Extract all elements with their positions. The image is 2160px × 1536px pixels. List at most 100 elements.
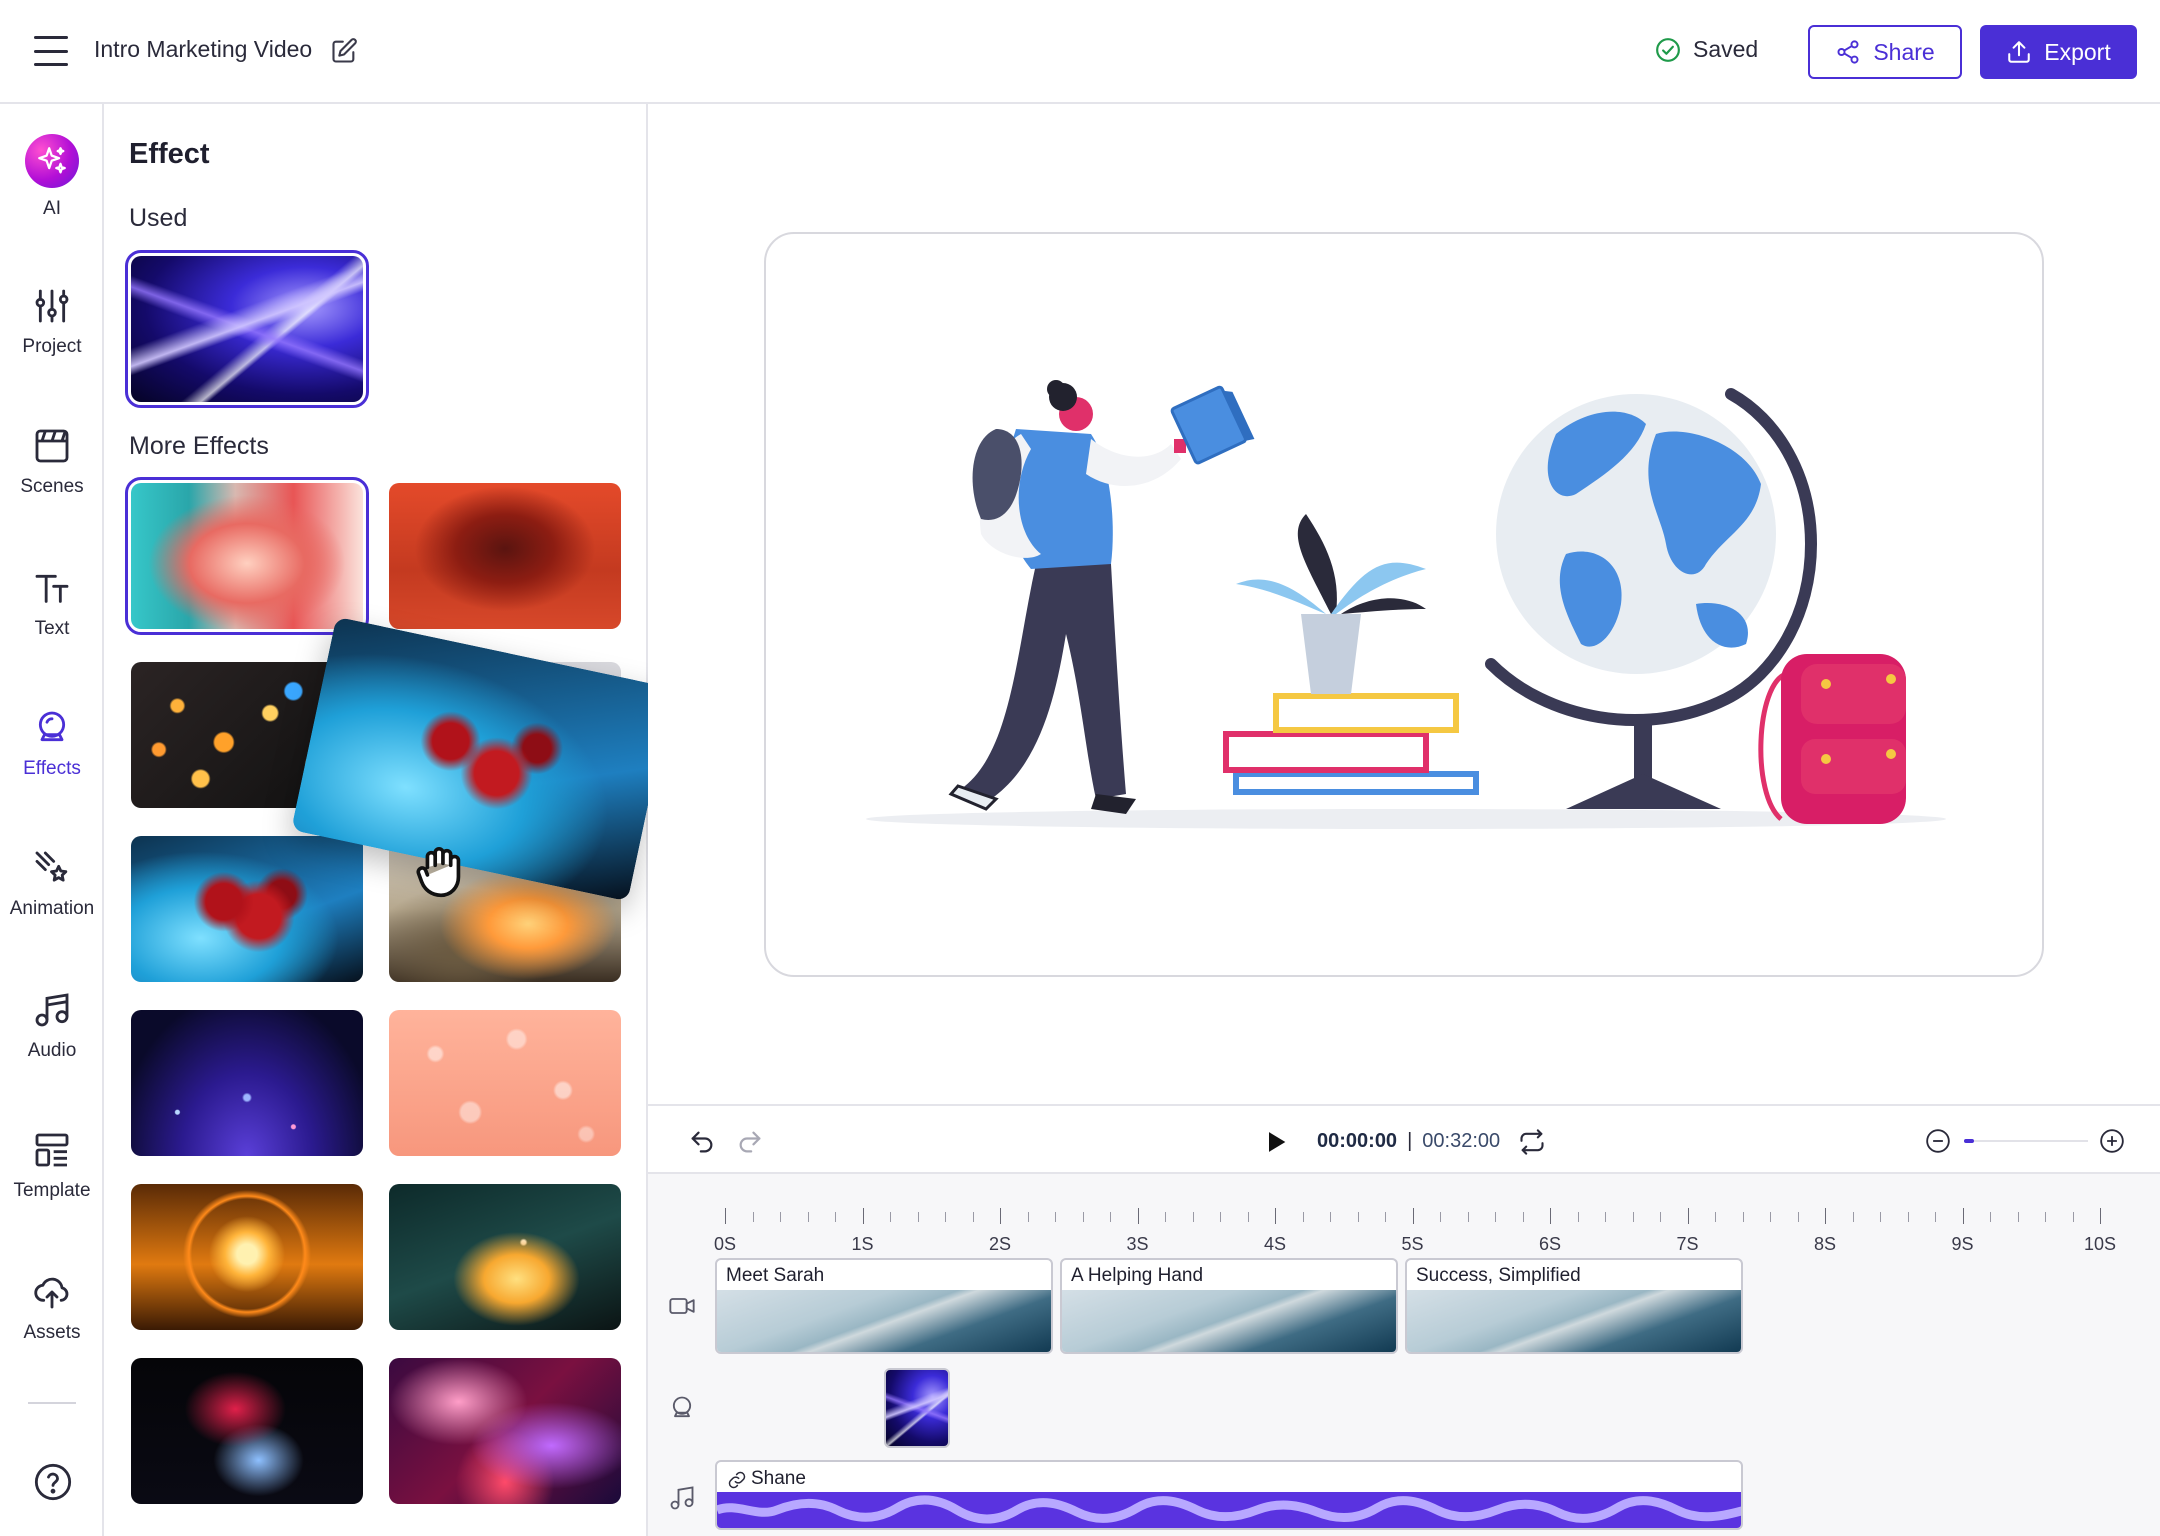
more-effects-section-label: More Effects — [129, 432, 269, 460]
scene-clip-1[interactable]: Meet Sarah — [715, 1258, 1053, 1354]
rail-item-animation[interactable]: Animation — [0, 848, 104, 920]
ruler-tick — [1385, 1212, 1386, 1222]
effect-thumb-water-drops[interactable] — [389, 1010, 621, 1156]
zoom-in-icon[interactable] — [2099, 1128, 2125, 1154]
effect-clip-laser[interactable] — [884, 1368, 950, 1448]
ruler-tick — [1000, 1208, 1001, 1224]
rail-item-effects[interactable]: Effects — [0, 708, 104, 780]
ruler-label: 1S — [851, 1234, 874, 1254]
left-rail: AI Project Scenes Text Effects Animation… — [0, 104, 104, 1536]
ruler-tick — [1907, 1212, 1909, 1222]
scene-clip-3[interactable]: Success, Simplified — [1405, 1258, 1743, 1354]
effect-thumb-used-laser[interactable] — [125, 250, 369, 408]
scene-clip-thumbnail — [1407, 1290, 1741, 1352]
play-icon[interactable] — [1262, 1128, 1290, 1156]
rail-item-assets[interactable]: Assets — [0, 1272, 104, 1344]
ruler-tick — [1330, 1212, 1331, 1222]
ruler-tick — [2017, 1212, 2019, 1222]
hamburger-menu-icon[interactable] — [34, 36, 68, 66]
edit-pencil-icon[interactable] — [330, 37, 358, 65]
ruler-tick — [1770, 1212, 1771, 1222]
ruler-label: 8S — [1813, 1234, 1837, 1254]
rail-item-label: Template — [13, 1180, 91, 1201]
ruler-tick — [1797, 1212, 1799, 1222]
share-button[interactable]: Share — [1808, 25, 1962, 79]
ruler-tick — [1495, 1212, 1496, 1222]
effect-thumb-glitter-tunnel[interactable] — [131, 1010, 363, 1156]
rail-divider — [28, 1402, 76, 1404]
effects-track-icon — [672, 1396, 692, 1418]
ruler-tick — [1357, 1212, 1359, 1222]
zoom-out-icon[interactable] — [1925, 1128, 1951, 1154]
ruler-tick — [1935, 1212, 1936, 1222]
export-button-label: Export — [2044, 38, 2111, 65]
ruler-tick — [862, 1208, 864, 1224]
project-title[interactable]: Intro Marketing Video — [94, 36, 312, 63]
ruler-label: 5S — [1401, 1234, 1424, 1254]
redo-icon[interactable] — [736, 1128, 764, 1156]
effects-icon — [38, 711, 66, 742]
ruler-tick — [1687, 1208, 1689, 1224]
ruler-tick — [1605, 1212, 1606, 1222]
ruler-tick — [1962, 1208, 1964, 1224]
ruler-tick — [1440, 1212, 1441, 1222]
video-canvas[interactable] — [764, 232, 2044, 977]
ruler-label: 0S — [713, 1234, 737, 1254]
effect-thumb-red-overlay[interactable] — [389, 483, 621, 629]
books-and-plant — [1223, 514, 1479, 795]
ruler-tick — [1027, 1212, 1029, 1222]
ruler-tick — [1302, 1212, 1304, 1222]
zoom-slider-handle[interactable] — [1964, 1139, 1974, 1143]
ruler-tick — [1825, 1208, 1826, 1224]
video-track-icon — [669, 1298, 695, 1314]
effect-thumb-sparkler[interactable] — [389, 1184, 621, 1330]
ruler-tick — [1082, 1212, 1084, 1222]
ruler-tick — [725, 1208, 726, 1224]
scene-clip-label: Meet Sarah — [726, 1265, 825, 1286]
share-icon — [1837, 40, 1859, 64]
effect-thumb-sun-flare[interactable] — [131, 1184, 363, 1330]
rail-item-label: Project — [22, 336, 82, 357]
ruler-tick — [1412, 1208, 1414, 1224]
ruler-tick — [2100, 1208, 2101, 1224]
scene-clip-2[interactable]: A Helping Hand — [1060, 1258, 1398, 1354]
audio-clip[interactable]: Shane — [715, 1460, 1743, 1530]
loop-icon[interactable] — [1518, 1128, 1546, 1156]
ruler-tick — [1137, 1208, 1139, 1224]
rail-item-label: Scenes — [20, 476, 84, 497]
rail-item-text[interactable]: Text — [0, 568, 104, 640]
effect-thumb-kaleidoscope[interactable] — [389, 1358, 621, 1504]
time-separator: | — [1407, 1130, 1413, 1152]
rail-item-ai[interactable]: AI — [0, 134, 104, 220]
effect-thumb-blue-red-smoke[interactable] — [131, 836, 363, 982]
time-ruler[interactable]: 0S 1S 2S 3S 4S 5S 6S 7S 8S 9S 10S — [648, 1196, 2160, 1256]
student-figure — [948, 380, 1255, 814]
template-icon — [35, 1133, 69, 1167]
scene-clip-thumbnail — [717, 1290, 1051, 1352]
text-icon — [35, 574, 69, 603]
undo-icon[interactable] — [688, 1128, 716, 1156]
effect-thumb-red-smoke-wisp[interactable] — [131, 1358, 363, 1504]
rail-item-project[interactable]: Project — [0, 286, 104, 358]
export-button[interactable]: Export — [1980, 25, 2137, 79]
ruler-tick — [1220, 1212, 1221, 1222]
ruler-tick — [1660, 1212, 1661, 1222]
clapperboard-icon — [35, 429, 69, 463]
ruler-label: 9S — [1951, 1234, 1974, 1254]
effect-thumb-rgb-split[interactable] — [125, 477, 369, 635]
rail-item-audio[interactable]: Audio — [0, 990, 104, 1062]
scene-illustration — [866, 380, 1946, 829]
ruler-tick — [1467, 1212, 1469, 1222]
upload-icon — [2008, 41, 2031, 63]
help-icon[interactable] — [33, 1462, 73, 1502]
ruler-tick — [1165, 1212, 1166, 1222]
used-section-label: Used — [129, 204, 188, 232]
rail-item-label: Audio — [27, 1040, 77, 1061]
rail-item-scenes[interactable]: Scenes — [0, 426, 104, 498]
ruler-tick — [945, 1212, 946, 1222]
audio-track-icon — [670, 1486, 694, 1510]
rail-item-template[interactable]: Template — [0, 1130, 104, 1202]
animation-icon — [35, 851, 68, 882]
save-status: Saved — [1655, 36, 1758, 63]
zoom-slider-track[interactable] — [1964, 1140, 2088, 1142]
